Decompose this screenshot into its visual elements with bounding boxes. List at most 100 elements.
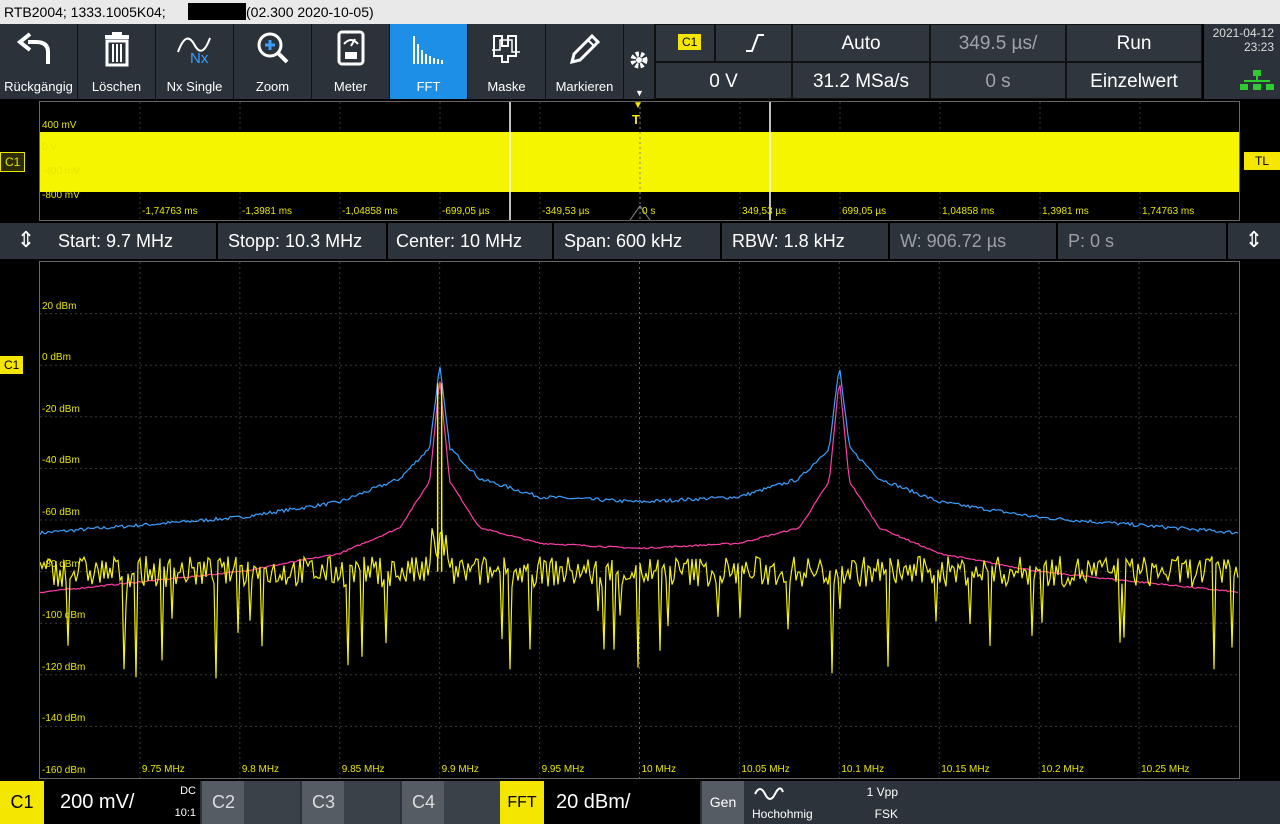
channel-c1-tab[interactable]: C1 <box>0 781 44 824</box>
spectrum-channel-marker[interactable]: C1 <box>0 356 24 374</box>
max-hold-trace <box>40 366 1239 535</box>
overview-x-label: 349,53 µs <box>742 206 787 217</box>
spectrum-x-label: 10.25 MHz <box>1141 764 1190 775</box>
delete-label: Löschen <box>91 79 142 94</box>
fft-position[interactable]: P: 0 s <box>1058 223 1228 259</box>
spectrum-y-label: 20 dBm <box>42 300 77 312</box>
noise-trace <box>40 528 1239 679</box>
undo-label: Rückgängig <box>4 79 73 94</box>
trigger-source-cell[interactable]: C1 <box>655 24 715 62</box>
horizontal-position-cell[interactable]: 0 s <box>930 62 1066 99</box>
meter-label: Meter <box>333 79 368 94</box>
overview-x-label: 1,74763 ms <box>1142 206 1195 217</box>
spectrum-x-label: 10 MHz <box>641 764 676 775</box>
generator-tab[interactable]: Gen <box>702 781 744 824</box>
c1-scale: 200 mV/ <box>60 791 135 813</box>
overview-channel-marker[interactable]: C1 <box>0 152 26 172</box>
trigger-mode-cell[interactable]: Auto <box>792 24 930 62</box>
clock-time: 23:23 <box>1243 40 1274 54</box>
timebase-cell[interactable]: 349.5 µs/ <box>930 24 1066 62</box>
fft-window[interactable]: W: 906.72 µs <box>890 223 1058 259</box>
c2-label: C2 <box>212 792 236 812</box>
gen-amplitude: 1 Vpp <box>866 785 898 799</box>
nx-badge: Nx <box>190 50 209 67</box>
status-panel: 2021-04-12 23:23 <box>1204 24 1280 99</box>
spectrum-x-label: 9.75 MHz <box>141 764 185 775</box>
mask-button[interactable]: Maske <box>468 24 546 99</box>
scroll-up-down-icon-right[interactable]: ⇕ <box>1236 223 1272 259</box>
gen-load: Hochohmig <box>752 807 813 821</box>
trigger-position-marker[interactable]: T <box>632 112 640 127</box>
meter-icon <box>312 30 389 68</box>
channel-c3-tab[interactable]: C3 <box>302 781 400 824</box>
trash-icon <box>78 30 155 68</box>
nx-single-button[interactable]: Nx Nx Single <box>156 24 234 99</box>
overview-x-label: 0 s <box>642 206 656 217</box>
spectrum-plot <box>40 262 1239 778</box>
spectrum-x-label: 9.8 MHz <box>241 764 280 775</box>
run-button[interactable]: Run <box>1066 24 1202 62</box>
rising-edge-icon <box>746 34 764 52</box>
spectrum-y-label: -80 dBm <box>42 558 80 570</box>
fft-label: FFT <box>416 79 441 94</box>
c1-probe: 10:1 <box>174 807 196 819</box>
spectrum-x-label: 10.15 MHz <box>941 764 990 775</box>
gen-mode: FSK <box>874 807 898 821</box>
fft-button[interactable]: FFT <box>390 24 468 99</box>
single-acquisition-button[interactable]: Einzelwert <box>1066 62 1202 99</box>
samplerate-cell[interactable]: 31.2 MSa/s <box>792 62 930 99</box>
fft-start[interactable]: Start: 9.7 MHz <box>48 223 218 259</box>
fft-center[interactable]: Center: 10 MHz <box>386 223 554 259</box>
fft-stop[interactable]: Stopp: 10.3 MHz <box>218 223 388 259</box>
overview-x-label: -1,74763 ms <box>142 206 198 217</box>
scroll-up-down-icon[interactable]: ⇕ <box>8 223 44 259</box>
network-icon <box>1240 70 1274 90</box>
overview-y-label: 400 mV <box>42 120 77 131</box>
undo-arrow-icon <box>0 30 77 68</box>
spectrum-x-label: 10.2 MHz <box>1041 764 1084 775</box>
spectrum-y-label: 0 dBm <box>42 352 71 364</box>
fft-span[interactable]: Span: 600 kHz <box>554 223 722 259</box>
zoom-button[interactable]: Zoom <box>234 24 312 99</box>
trigger-slope-button[interactable] <box>715 24 792 62</box>
trigger-level-marker[interactable]: TL <box>1244 152 1280 170</box>
spectrum-y-label: -120 dBm <box>42 661 86 673</box>
overview-x-label: 1,04858 ms <box>942 206 995 217</box>
fft-scale-settings[interactable]: 20 dBm/ <box>544 781 700 824</box>
overview-x-label: 699,05 µs <box>842 206 887 217</box>
spectrum-y-label: -100 dBm <box>42 610 86 622</box>
c1-coupling: DC <box>180 785 196 797</box>
mark-button[interactable]: Markieren <box>546 24 624 99</box>
redacted-serial <box>188 3 246 20</box>
overview-x-label: -699,05 µs <box>442 206 490 217</box>
clock-date: 2021-04-12 <box>1212 26 1274 40</box>
spectrum-x-label: 10.05 MHz <box>741 764 790 775</box>
nx-single-icon: Nx <box>156 30 233 68</box>
channel-bar: C1 200 mV/ DC 10:1 C2 C3 C4 FFT 20 dBm/ … <box>0 781 1280 824</box>
magnifier-plus-icon <box>234 30 311 68</box>
meter-button[interactable]: Meter <box>312 24 390 99</box>
settings-button[interactable]: ▼ <box>624 24 655 99</box>
generator-settings[interactable]: 1 Vpp Hochohmig FSK <box>744 781 902 824</box>
c4-label: C4 <box>412 792 436 812</box>
spectrum-x-label: 9.9 MHz <box>441 764 479 775</box>
undo-button[interactable]: Rückgängig <box>0 24 78 99</box>
channel-c2-tab[interactable]: C2 <box>202 781 300 824</box>
channel-c4-tab[interactable]: C4 <box>402 781 500 824</box>
firmware-version: (02.300 2020-10-05) <box>246 4 374 20</box>
fft-tab[interactable]: FFT <box>500 781 544 824</box>
mask-label: Maske <box>487 79 526 94</box>
nx-single-label: Nx Single <box>166 79 223 94</box>
trigger-level-cell[interactable]: 0 V <box>655 62 792 99</box>
trigger-arrow-icon: ▼ <box>633 100 643 111</box>
c3-label: C3 <box>312 792 336 812</box>
spectrum-y-label: -60 dBm <box>42 507 80 518</box>
fft-rbw[interactable]: RBW: 1.8 kHz <box>722 223 890 259</box>
spectrum-x-label: 9.85 MHz <box>341 764 385 775</box>
fft-spectrum-icon <box>390 30 467 68</box>
delete-button[interactable]: Löschen <box>78 24 156 99</box>
fft-scale: 20 dBm/ <box>556 791 631 813</box>
spectrum-y-label: -40 dBm <box>42 455 80 467</box>
channel-c1-settings[interactable]: 200 mV/ DC 10:1 <box>44 781 200 824</box>
fft-spectrum-display[interactable] <box>39 261 1240 779</box>
